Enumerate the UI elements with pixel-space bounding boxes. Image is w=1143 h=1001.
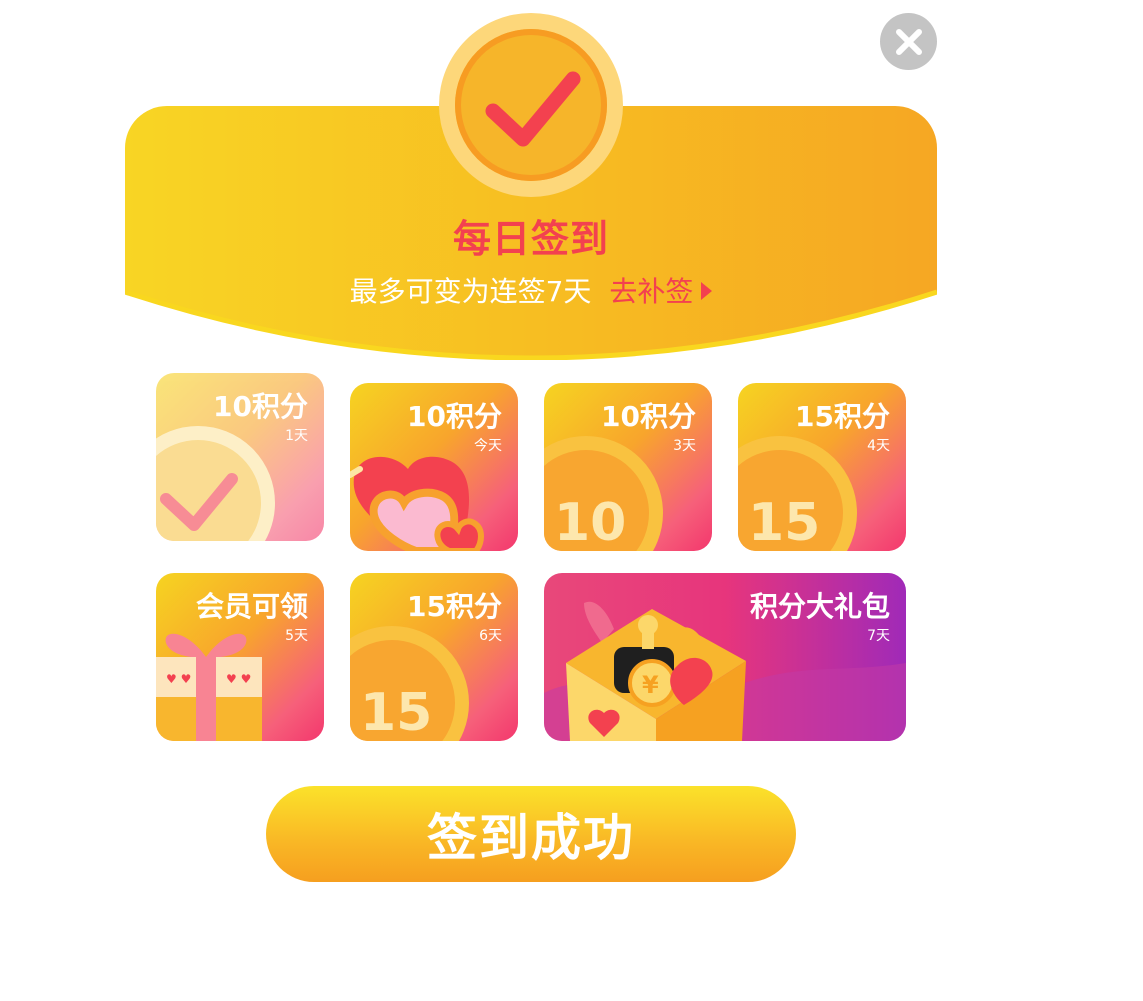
subtitle-row: 最多可变为连签7天 去补签: [0, 270, 1062, 310]
card-points: 10积分: [407, 400, 502, 433]
cta-label: 签到成功: [427, 809, 635, 867]
card-day: 4天: [867, 438, 890, 454]
card-day: 3天: [673, 438, 696, 454]
makeup-sign-link[interactable]: 去补签: [609, 275, 713, 308]
triangle-right-icon: [701, 282, 713, 300]
card-day: 1天: [285, 428, 308, 444]
day-card-1[interactable]: 10积分 1天: [156, 373, 324, 541]
svg-text:♥ ♥: ♥ ♥: [166, 672, 191, 686]
coin-value: 15: [748, 493, 821, 551]
page-title: 每日签到: [452, 217, 609, 261]
close-icon: [895, 28, 922, 55]
card-points: 10积分: [601, 400, 696, 433]
makeup-label: 去补签: [609, 275, 694, 308]
close-button[interactable]: [880, 13, 937, 70]
coin-value: 10: [554, 493, 627, 551]
card-day: 6天: [479, 628, 502, 644]
day-card-6[interactable]: 15 15积分 6天: [350, 573, 518, 741]
card-points: 15积分: [407, 590, 502, 623]
day-card-5[interactable]: ♥ ♥ ♥ ♥ 会员可领 5天: [156, 573, 324, 741]
svg-text:⊙: ⊙: [582, 659, 594, 675]
success-badge: [439, 13, 623, 197]
svg-text:¥: ¥: [642, 671, 659, 699]
card-day: 今天: [474, 438, 502, 454]
card-points: 会员可领: [195, 590, 308, 623]
day-card-4[interactable]: 15 15积分 4天: [738, 383, 906, 551]
card-points: 10积分: [213, 390, 308, 423]
card-day: 5天: [285, 628, 308, 644]
card-points: 15积分: [795, 400, 890, 433]
card-points: 积分大礼包: [749, 590, 890, 623]
day-card-today[interactable]: 10积分 今天: [350, 383, 518, 551]
day-card-7-giftpack[interactable]: ¥ ⊙ 积分大礼包 7天: [544, 573, 906, 741]
subtitle-text: 最多可变为连签7天: [349, 275, 592, 308]
check-icon: [485, 71, 581, 147]
svg-text:♥ ♥: ♥ ♥: [226, 672, 251, 686]
card-day: 7天: [867, 628, 890, 644]
sign-in-success-button[interactable]: 签到成功: [266, 786, 796, 882]
coin-value: 15: [360, 683, 433, 741]
day-card-3[interactable]: 10 10积分 3天: [544, 383, 712, 551]
